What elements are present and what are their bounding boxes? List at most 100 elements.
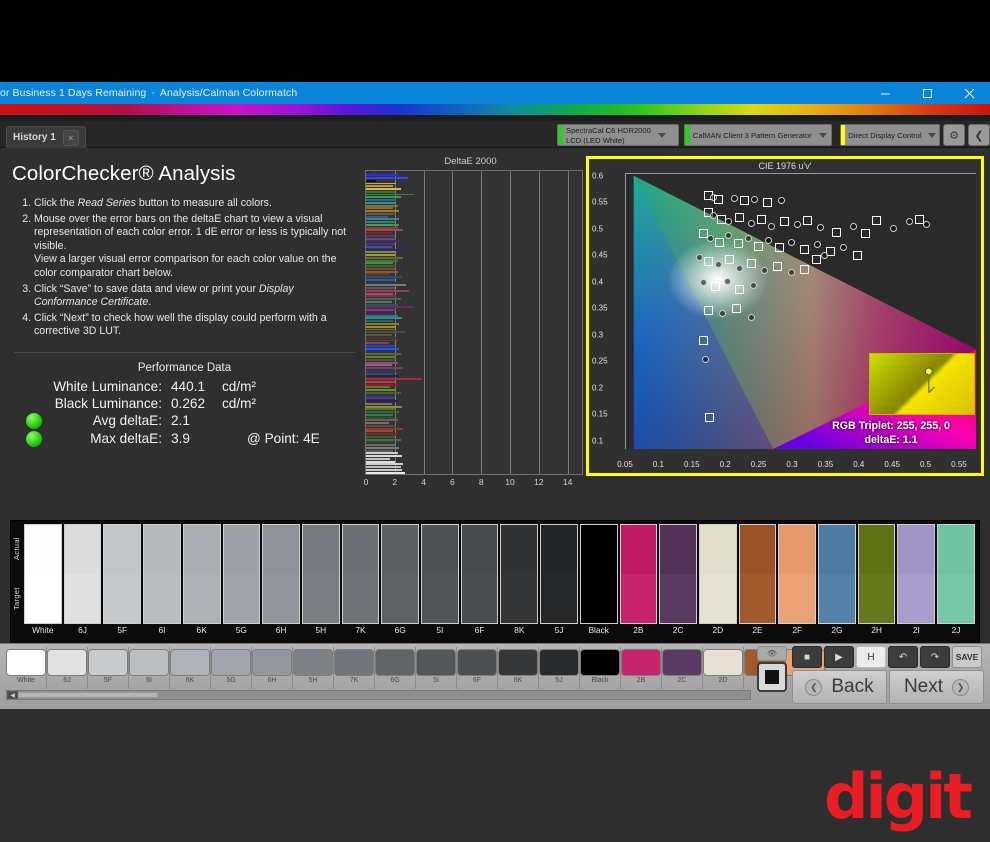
comparator-cell[interactable] [738, 524, 777, 624]
cie-chart[interactable]: CIE 1976 u'v' 0.1 0.15 0.2 0.25 0.3 0.35… [586, 156, 984, 476]
deltae-bar[interactable] [366, 413, 394, 416]
deltae-bar[interactable] [366, 466, 401, 469]
patch-thumbnail[interactable]: White [6, 647, 47, 689]
deltae-bar[interactable] [366, 298, 401, 301]
deltae-bar[interactable] [366, 380, 395, 383]
patch-thumbnail[interactable]: 7K [334, 647, 375, 689]
deltae-bar[interactable] [366, 237, 397, 240]
patch-thumbnail[interactable]: 6H [252, 647, 293, 689]
comparator-cell[interactable] [103, 524, 142, 624]
comparator-cell[interactable] [897, 524, 936, 624]
home-button[interactable]: H [856, 646, 886, 668]
minimize-button[interactable] [864, 82, 906, 104]
deltae-bar[interactable] [366, 394, 394, 397]
meter-combo[interactable]: SpectraCal C6 HDR2000 LCD (LED White) [557, 124, 679, 146]
patch-thumbnail[interactable]: 6F [457, 647, 498, 689]
deltae-bar[interactable] [366, 353, 401, 356]
patch-thumbnail[interactable]: 6I [129, 647, 170, 689]
deltae-bar[interactable] [366, 389, 397, 392]
deltae-bar[interactable] [366, 199, 397, 201]
deltae-bar[interactable] [366, 455, 402, 458]
deltae-bar[interactable] [366, 306, 414, 309]
deltae-bar[interactable] [366, 210, 400, 213]
deltae-bar[interactable] [366, 300, 392, 303]
comparator-cell[interactable] [857, 524, 896, 624]
deltae-bar[interactable] [366, 311, 395, 314]
deltae-bar[interactable] [366, 262, 394, 265]
deltae-bar[interactable] [366, 325, 397, 328]
deltae-bar[interactable] [366, 251, 397, 254]
dock-scrollbar-thumb[interactable] [18, 692, 158, 698]
deltae-bar[interactable] [366, 171, 371, 174]
deltae-bar[interactable] [366, 438, 401, 441]
deltae-plot-area[interactable] [365, 170, 583, 475]
deltae-bar[interactable] [366, 419, 398, 422]
chevron-left-icon[interactable]: ◀ [7, 691, 18, 699]
comparator-cells[interactable] [24, 524, 977, 624]
gear-icon[interactable]: ⚙ [943, 124, 965, 146]
deltae-bar[interactable] [366, 430, 394, 433]
deltae-bar[interactable] [366, 232, 392, 235]
deltae-bar[interactable] [366, 221, 395, 224]
close-icon[interactable]: × [62, 129, 79, 146]
deltae-bar[interactable] [366, 408, 397, 411]
pattern-window-button[interactable] [757, 662, 787, 692]
maximize-button[interactable] [906, 82, 948, 104]
deltae-bar[interactable] [366, 276, 402, 279]
deltae-bar[interactable] [366, 375, 400, 378]
deltae-bar[interactable] [366, 182, 397, 185]
tab-history-1[interactable]: History 1 × [6, 126, 86, 148]
deltae-bar[interactable] [366, 240, 402, 243]
patch-thumbnail[interactable]: 5F [88, 647, 129, 689]
comparator-cell[interactable] [698, 524, 737, 624]
deltae-bar[interactable] [366, 278, 395, 281]
comparator-cell[interactable] [500, 524, 539, 624]
deltae-chart[interactable]: DeltaE 2000 0 2 4 6 8 10 12 14 [358, 156, 583, 511]
deltae-bar[interactable] [366, 444, 397, 447]
deltae-bar[interactable] [366, 190, 395, 193]
comparator-cell[interactable] [540, 524, 578, 624]
deltae-bar[interactable] [366, 391, 401, 394]
deltae-bar[interactable] [366, 218, 400, 221]
deltae-bar[interactable] [366, 281, 397, 284]
deltae-bar[interactable] [366, 226, 398, 229]
deltae-bar[interactable] [366, 174, 398, 177]
patch-thumbnail[interactable]: 5H [293, 647, 334, 689]
deltae-bar[interactable] [366, 207, 394, 210]
deltae-bar[interactable] [366, 295, 397, 298]
patch-thumbnail[interactable]: 6K [170, 647, 211, 689]
comparator-cell[interactable] [222, 524, 261, 624]
deltae-bar[interactable] [366, 248, 408, 251]
deltae-bar[interactable] [366, 336, 397, 339]
deltae-bar[interactable] [366, 356, 397, 358]
deltae-bar[interactable] [366, 212, 397, 215]
deltae-bar[interactable] [366, 256, 404, 259]
patch-thumbnail[interactable]: Black [580, 647, 621, 689]
deltae-bar[interactable] [366, 402, 392, 405]
deltae-bar[interactable] [366, 179, 377, 182]
deltae-bar[interactable] [366, 405, 402, 408]
deltae-bar[interactable] [366, 317, 402, 320]
deltae-bar[interactable] [366, 361, 398, 364]
deltae-bar[interactable] [366, 284, 407, 287]
deltae-bar[interactable] [366, 254, 395, 257]
deltae-bar[interactable] [366, 383, 398, 386]
deltae-bar[interactable] [366, 334, 392, 336]
deltae-bar[interactable] [366, 193, 414, 196]
deltae-bar[interactable] [366, 309, 397, 312]
undo-button[interactable]: ↶ [888, 646, 918, 668]
deltae-bar[interactable] [366, 463, 404, 466]
patch-thumbnail[interactable]: 5I [416, 647, 457, 689]
deltae-bar[interactable] [366, 320, 394, 323]
deltae-bar[interactable] [366, 457, 391, 460]
comparator-cell[interactable] [381, 524, 420, 624]
next-button[interactable]: Next ❯ [889, 670, 984, 704]
deltae-bar[interactable] [366, 364, 392, 367]
deltae-bar[interactable] [366, 367, 404, 370]
back-button[interactable]: ❮ Back [792, 670, 887, 704]
deltae-bar[interactable] [366, 378, 423, 381]
deltae-bar[interactable] [366, 400, 398, 403]
deltae-bar[interactable] [366, 358, 395, 361]
deltae-bar[interactable] [366, 446, 400, 449]
dock-scrollbar[interactable]: ◀ [6, 690, 751, 700]
